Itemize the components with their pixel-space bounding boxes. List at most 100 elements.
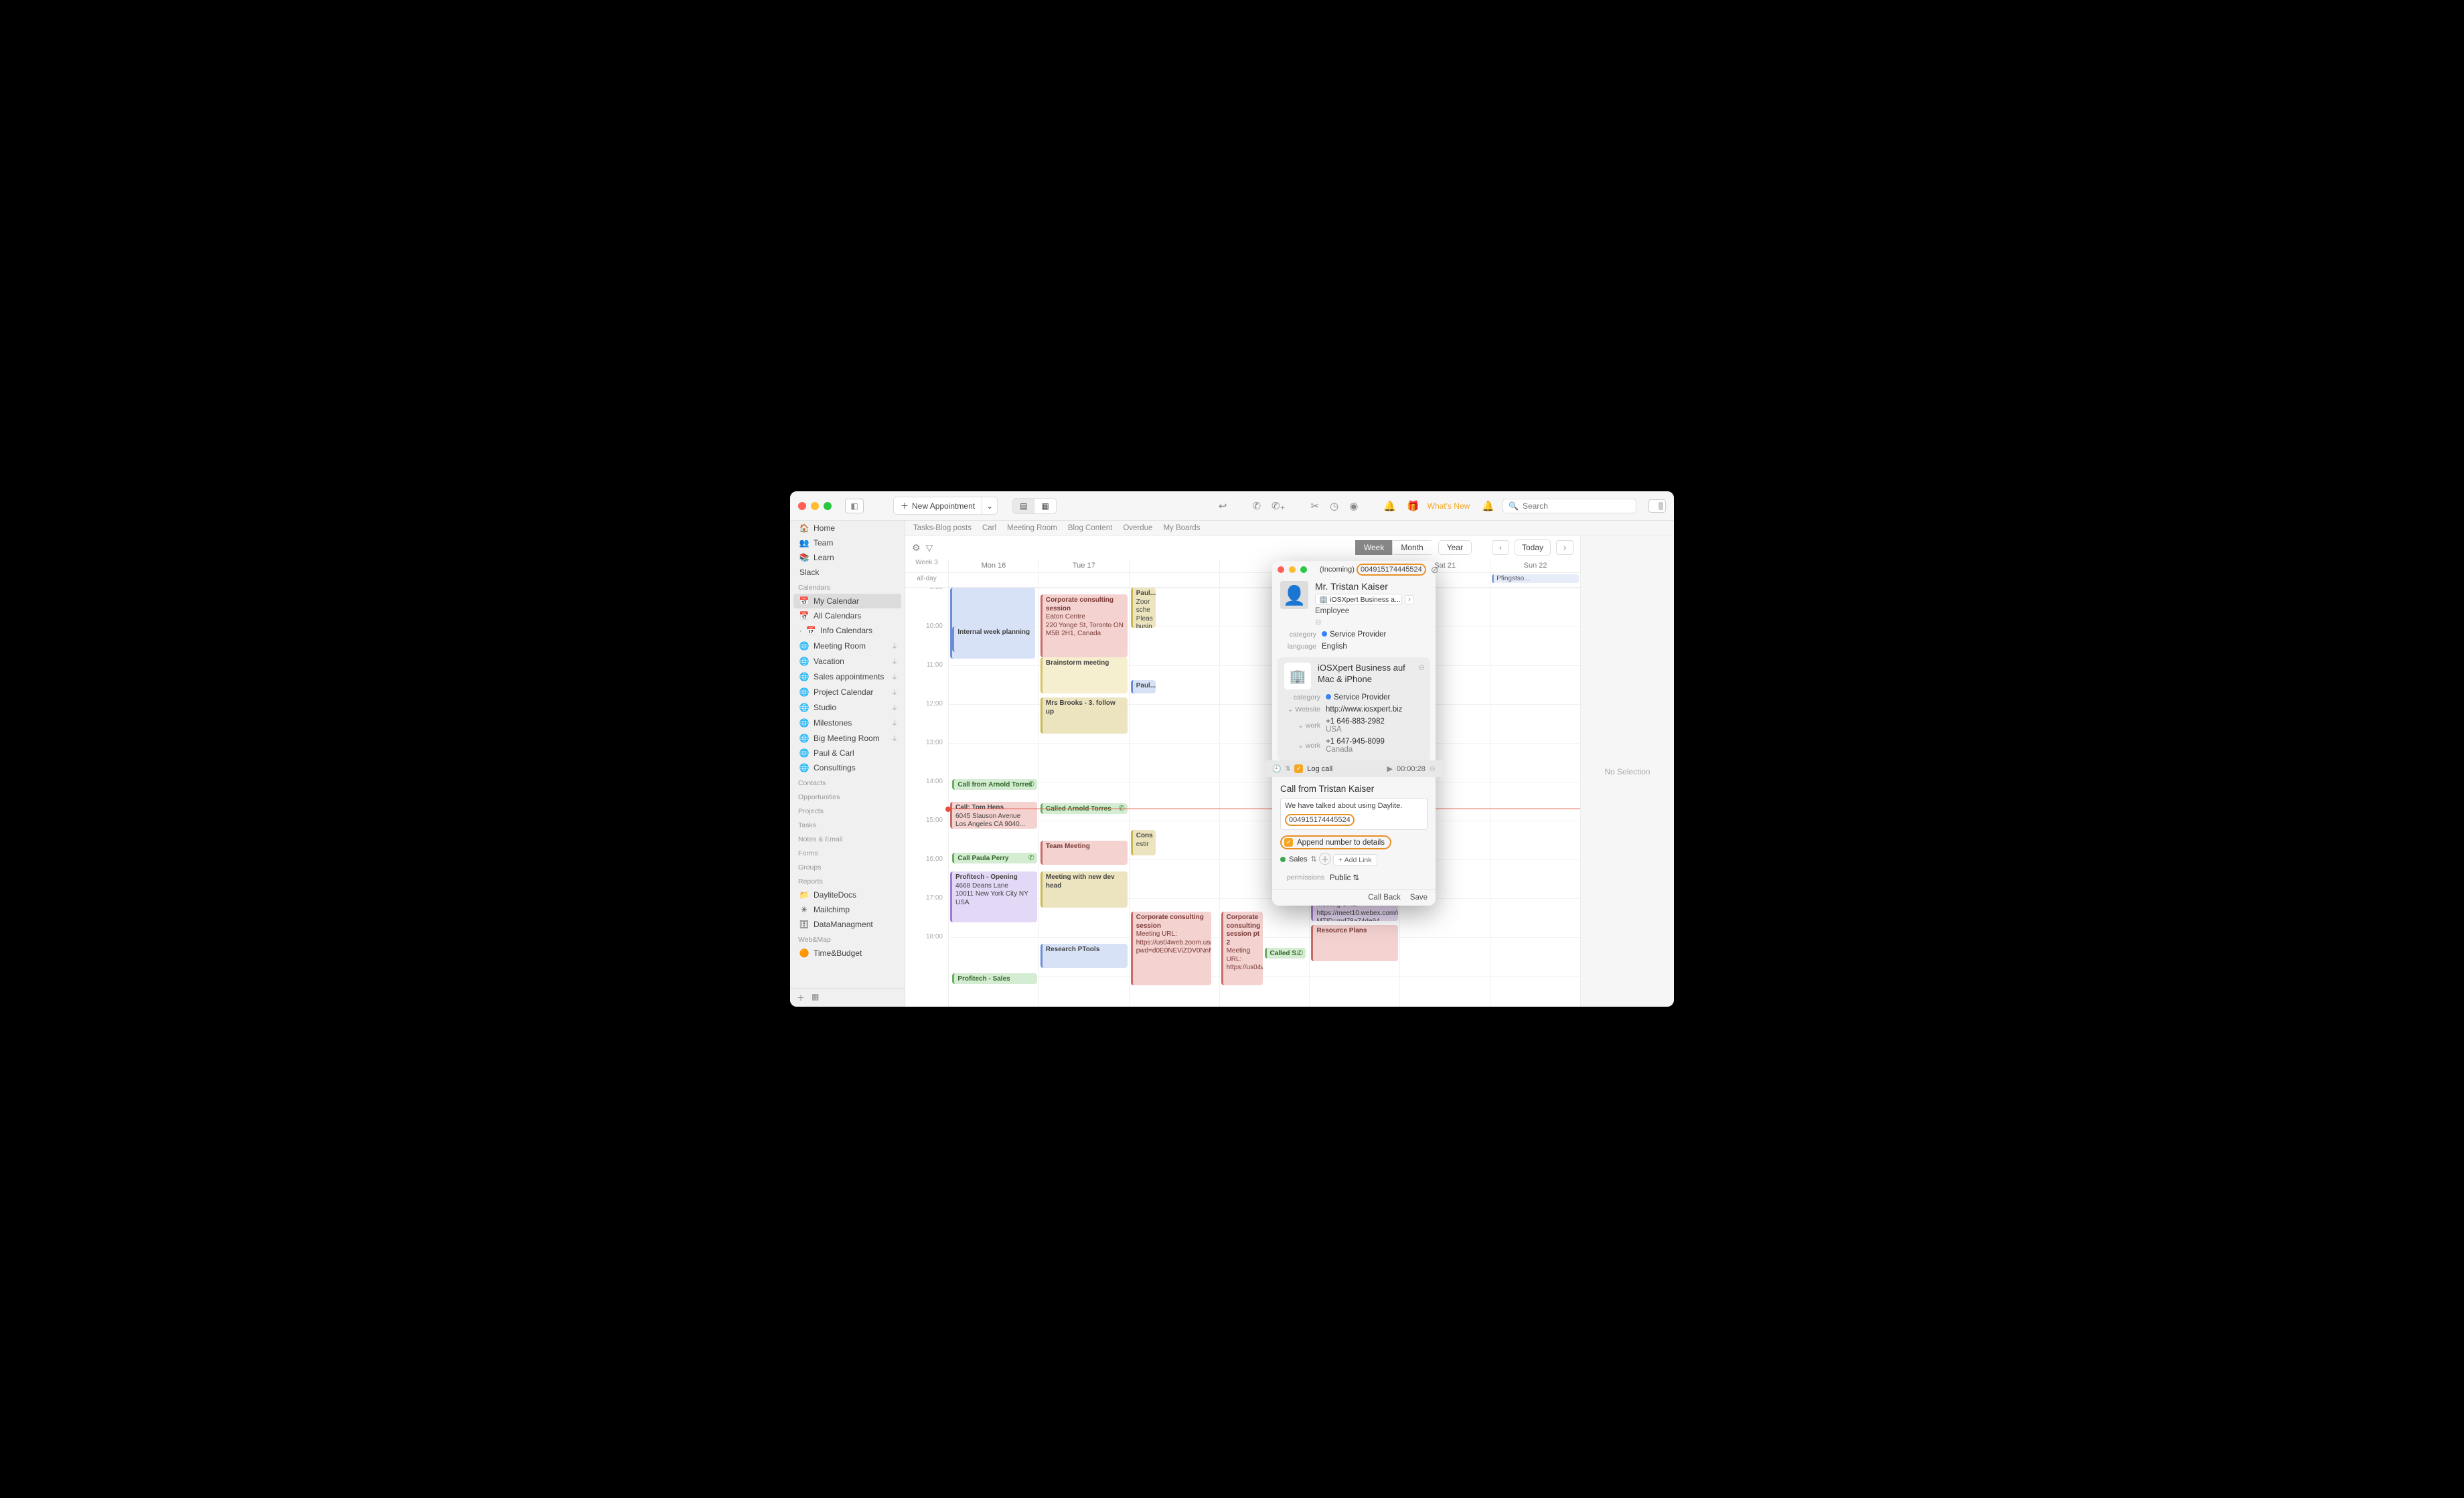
contacts-header[interactable]: Contacts xyxy=(790,775,905,789)
calendar-event[interactable]: Corporate consulting session pt 2Meeting… xyxy=(1221,912,1263,985)
add-link-button[interactable]: + Add Link xyxy=(1333,854,1377,866)
search-field[interactable]: 🔍 xyxy=(1503,499,1636,513)
cal-milestones[interactable]: 🌐Milestones⏚ xyxy=(790,715,905,730)
add-tag-button[interactable]: ＋ xyxy=(1319,853,1331,865)
day-mon[interactable]: Internal week planning Call from Arnold T… xyxy=(948,588,1038,1007)
scissors-icon[interactable]: ✂ xyxy=(1308,500,1322,512)
chevron-right-icon[interactable]: › xyxy=(1405,595,1414,604)
calendar-event[interactable]: Called S... xyxy=(1265,948,1306,959)
alert-bell-icon[interactable]: 🔔 xyxy=(1381,500,1399,512)
tab-item[interactable]: Tasks-Blog posts xyxy=(913,524,972,532)
groups-header[interactable]: Groups xyxy=(790,859,905,873)
report-datamgmt[interactable]: 🗄DataManagment xyxy=(790,917,905,932)
phone-icon[interactable]: ✆ xyxy=(1249,500,1263,512)
gift-icon[interactable]: 🎁 xyxy=(1404,500,1422,512)
forms-header[interactable]: Forms xyxy=(790,845,905,859)
search-input[interactable] xyxy=(1523,501,1630,511)
append-checkbox[interactable]: ✓ xyxy=(1284,838,1293,847)
cal-project[interactable]: 🌐Project Calendar⏚ xyxy=(790,684,905,699)
nav-slack[interactable]: Slack xyxy=(790,565,905,580)
view-week[interactable]: Week xyxy=(1355,540,1392,555)
notes-header[interactable]: Notes & Email xyxy=(790,831,905,845)
gear-icon[interactable]: ⚙ xyxy=(912,542,921,554)
close-icon[interactable] xyxy=(798,502,806,510)
cal-meeting-room[interactable]: 🌐Meeting Room⏚ xyxy=(790,638,905,653)
calendar-event[interactable]: Consestir xyxy=(1131,830,1156,855)
next-button[interactable]: › xyxy=(1556,540,1573,555)
tab-item[interactable]: Meeting Room xyxy=(1007,524,1057,532)
cal-my-calendar[interactable]: 📅My Calendar xyxy=(793,594,901,608)
nav-learn[interactable]: 📚Learn xyxy=(790,550,905,565)
mini-calendar-icon[interactable]: ▦ xyxy=(812,992,819,1003)
calendar-event[interactable]: Call from Arnold Torres xyxy=(952,779,1037,790)
today-button[interactable]: Today xyxy=(1515,539,1551,556)
view-list-icon[interactable]: ▤ xyxy=(1012,498,1034,514)
remove-icon[interactable]: ⊖ xyxy=(1315,617,1428,627)
calendar-event[interactable]: Meeting with new dev head xyxy=(1041,871,1128,908)
view-month[interactable]: Month xyxy=(1392,540,1431,555)
org-chip[interactable]: 🏢 iOSXpert Business a... xyxy=(1315,594,1402,605)
tab-item[interactable]: My Boards xyxy=(1163,524,1200,532)
minimize-icon[interactable] xyxy=(1289,566,1296,573)
calendar-event[interactable]: Brainstorm meeting xyxy=(1041,657,1128,693)
remove-icon[interactable]: ⊖ xyxy=(1430,764,1436,773)
nav-team[interactable]: 👥Team xyxy=(790,535,905,550)
calendar-event[interactable]: Corporate consulting sessionMeeting URL:… xyxy=(1131,912,1211,985)
permissions-select[interactable]: Public ⇅ xyxy=(1330,873,1428,882)
cal-studio[interactable]: 🌐Studio⏚ xyxy=(790,699,905,715)
report-daylitedocs[interactable]: 📁DayliteDocs xyxy=(790,888,905,902)
opportunities-header[interactable]: Opportunities xyxy=(790,789,905,803)
new-appointment-dropdown[interactable]: ⌄ xyxy=(982,497,998,515)
view-grid-icon[interactable]: ▦ xyxy=(1034,498,1056,514)
back-icon[interactable]: ↩ xyxy=(1216,500,1230,512)
zoom-icon[interactable] xyxy=(824,502,832,510)
whats-new-link[interactable]: What's New xyxy=(1428,501,1470,511)
tag-sales[interactable]: Sales ⇅ xyxy=(1280,855,1317,863)
day-wed[interactable]: Paul...ZoorschePleasbusin Paul... Consesti… xyxy=(1129,588,1219,1007)
close-icon[interactable] xyxy=(1278,566,1284,573)
calendar-event[interactable]: Call Paula Perry xyxy=(952,853,1037,863)
tab-item[interactable]: Overdue xyxy=(1123,524,1152,532)
cal-sales[interactable]: 🌐Sales appointments⏚ xyxy=(790,669,905,684)
cal-consultings[interactable]: 🌐Consultings xyxy=(790,760,905,775)
note-textarea[interactable]: We have talked about using Daylite. 0049… xyxy=(1280,798,1428,830)
calendar-event[interactable]: Research PTools xyxy=(1041,944,1128,968)
remove-icon[interactable]: ⊖ xyxy=(1418,663,1425,672)
webmap-timebudget[interactable]: 🟠Time&Budget xyxy=(790,946,905,961)
calendar-event[interactable]: Paul...ZoorschePleasbusin xyxy=(1131,588,1156,628)
calendar-event[interactable]: Resource Plans xyxy=(1311,925,1398,961)
dial-icon[interactable]: ◉ xyxy=(1346,500,1361,512)
day-sun[interactable] xyxy=(1490,588,1580,1007)
nav-home[interactable]: 🏠Home xyxy=(790,521,905,535)
tab-item[interactable]: Blog Content xyxy=(1068,524,1113,532)
projects-header[interactable]: Projects xyxy=(790,803,905,817)
add-icon[interactable]: ＋ xyxy=(797,992,805,1003)
play-icon[interactable]: ▶ xyxy=(1387,764,1392,773)
log-checkbox[interactable]: ✓ xyxy=(1294,764,1303,773)
calendar-event[interactable]: Internal week planning xyxy=(952,627,1034,652)
clock-icon[interactable]: 🕘 xyxy=(1272,764,1282,773)
calendar-event[interactable]: Profitech - Sales xyxy=(952,973,1037,984)
cal-info[interactable]: ›📅Info Calendars xyxy=(790,623,905,638)
report-mailchimp[interactable]: ✳Mailchimp xyxy=(790,902,905,917)
new-appointment-button[interactable]: ＋ New Appointment xyxy=(893,497,982,515)
append-number-row[interactable]: ✓ Append number to details xyxy=(1280,835,1391,849)
clock-icon[interactable]: ◷ xyxy=(1327,500,1341,512)
calendar-event[interactable]: Team Meeting xyxy=(1041,841,1128,865)
cal-paul-carl[interactable]: 🌐Paul & Carl xyxy=(790,746,905,760)
day-tue[interactable]: Corporate consulting sessionEaton Centre… xyxy=(1038,588,1129,1007)
view-year[interactable]: Year xyxy=(1438,540,1472,555)
prev-button[interactable]: ‹ xyxy=(1492,540,1509,555)
toggle-icon[interactable]: ⊘ xyxy=(1431,564,1439,576)
cal-vacation[interactable]: 🌐Vacation⏚ xyxy=(790,653,905,669)
website-link[interactable]: http://www.iosxpert.biz xyxy=(1326,705,1423,714)
phone-user-icon[interactable]: ✆₊ xyxy=(1269,500,1288,512)
cal-big-meeting[interactable]: 🌐Big Meeting Room⏚ xyxy=(790,730,905,746)
tab-item[interactable]: Carl xyxy=(982,524,996,532)
sidebar-toggle-icon[interactable]: ◧ xyxy=(845,499,864,513)
calendar-event[interactable]: Corporate consulting sessionEaton Centre… xyxy=(1041,594,1128,657)
calendar-event[interactable]: Call: Tom Hens6045 Slauson AvenueLos Ang… xyxy=(950,802,1037,829)
right-panel-toggle-icon[interactable] xyxy=(1648,499,1666,513)
calendar-event[interactable]: Paul... xyxy=(1131,680,1156,693)
zoom-icon[interactable] xyxy=(1300,566,1307,573)
